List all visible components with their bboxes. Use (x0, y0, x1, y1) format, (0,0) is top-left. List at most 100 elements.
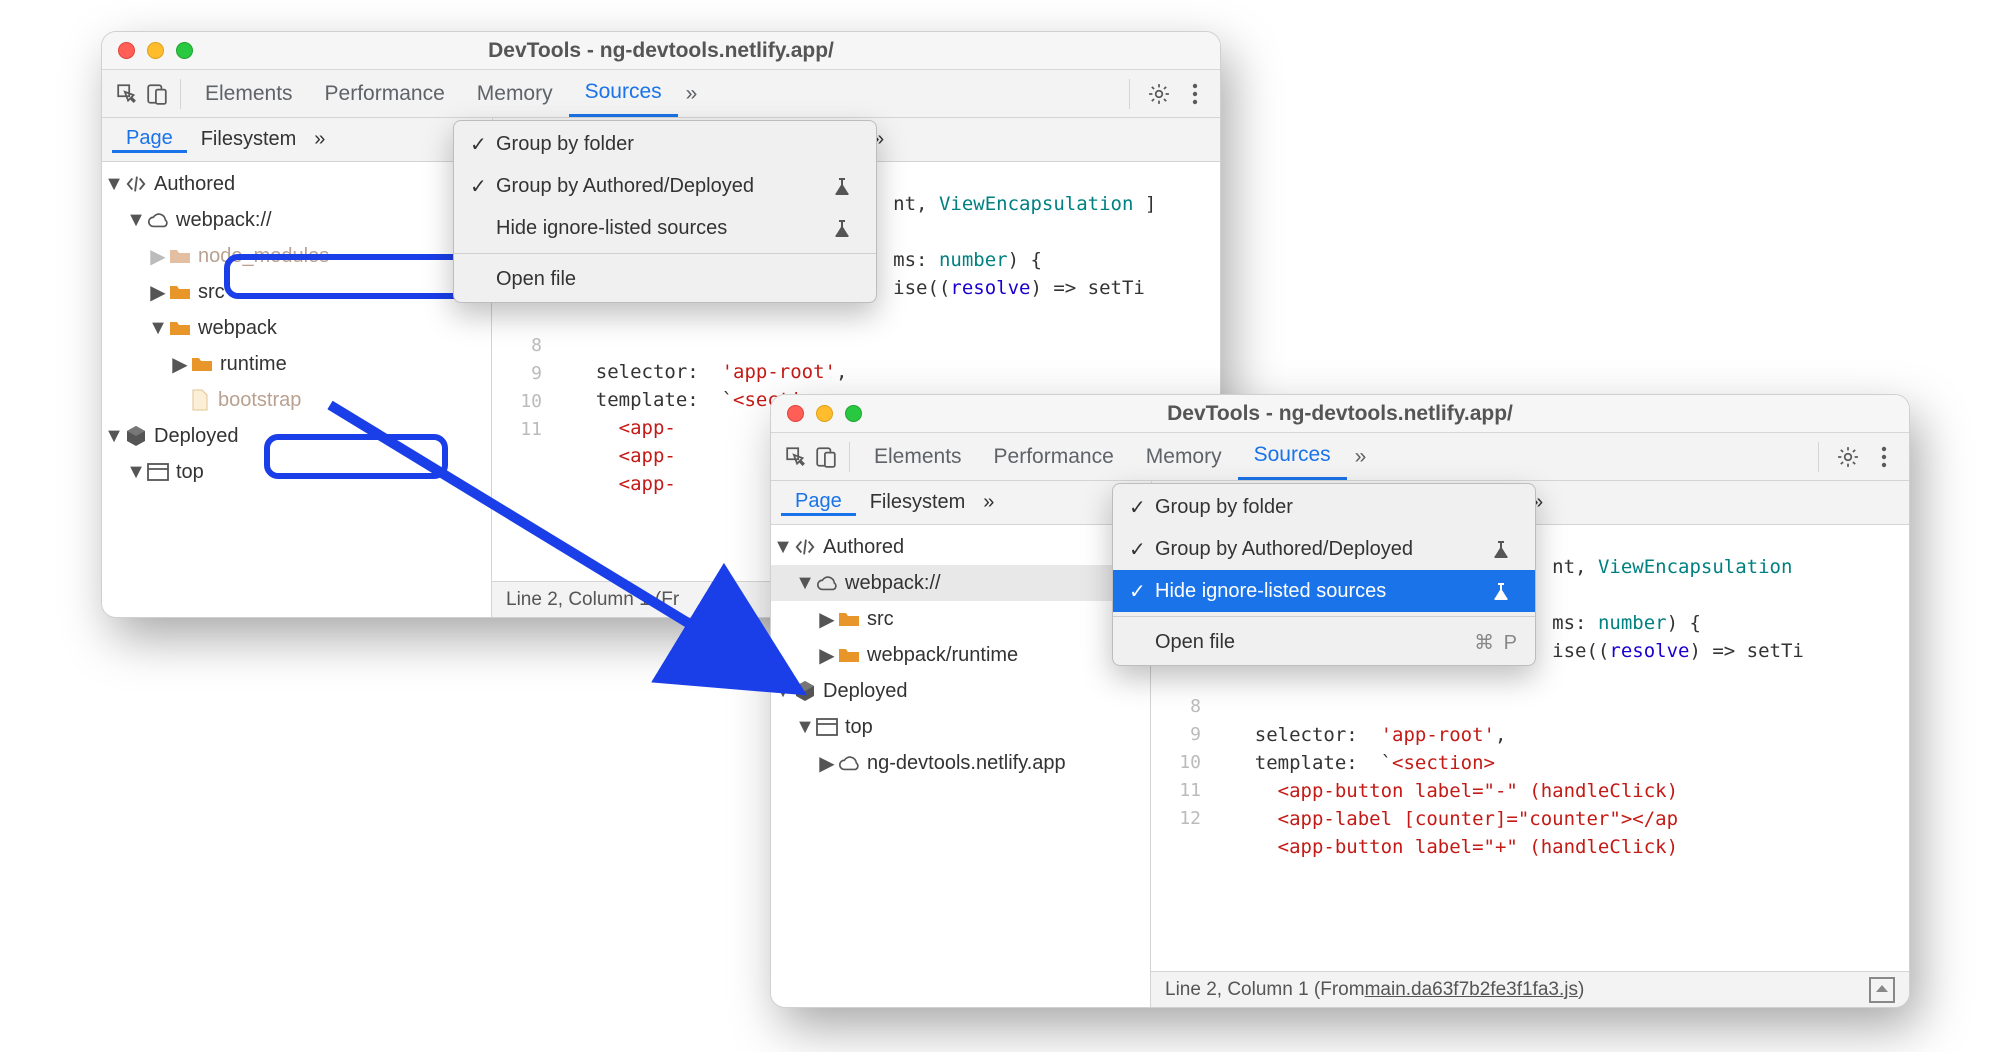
tree-label: webpack:// (845, 572, 941, 595)
tree-label: top (176, 461, 204, 484)
more-tabs[interactable]: » (1347, 433, 1375, 480)
tree-authored[interactable]: ▼ Authored (102, 166, 491, 202)
tree-host[interactable]: ▶ ng-devtools.netlify.app (771, 745, 1150, 781)
tree-deployed[interactable]: ▼ Deployed (771, 673, 1150, 709)
deploy-icon (793, 679, 817, 703)
menu-open-file[interactable]: Open file ⌘ P (1113, 621, 1535, 663)
tab-performance[interactable]: Performance (309, 70, 461, 117)
tree-runtime[interactable]: ▶ runtime (102, 346, 491, 382)
deploy-icon (124, 424, 148, 448)
context-menu: ✓ Group by folder ✓ Group by Authored/De… (1112, 483, 1536, 666)
kebab-menu-icon[interactable] (1180, 79, 1210, 109)
subtab-page[interactable]: Page (781, 490, 856, 516)
menu-group-by-authored[interactable]: ✓ Group by Authored/Deployed (1113, 528, 1535, 570)
menu-group-by-folder[interactable]: ✓ Group by folder (454, 123, 876, 165)
tree-top[interactable]: ▼ top (771, 709, 1150, 745)
titlebar: DevTools - ng-devtools.netlify.app/ (771, 395, 1909, 433)
statusbar: Line 2, Column 1 (From main.da63f7b2fe3f… (1151, 971, 1909, 1007)
code-icon (124, 172, 148, 196)
window-icon (146, 460, 170, 484)
tree-top[interactable]: ▼ top (102, 454, 491, 490)
tab-sources[interactable]: Sources (569, 70, 678, 117)
tree-label: Authored (154, 173, 235, 196)
menu-shortcut: ⌘ P (1474, 630, 1519, 655)
tree-label: runtime (220, 353, 287, 376)
menu-open-file[interactable]: Open file (454, 258, 876, 300)
tree-label: src (198, 281, 225, 304)
folder-icon (837, 643, 861, 667)
tree-src[interactable]: ▶ src (102, 274, 491, 310)
subtab-more[interactable]: » (979, 491, 998, 514)
tree-webpack[interactable]: ▼ webpack (102, 310, 491, 346)
tab-sources[interactable]: Sources (1238, 433, 1347, 480)
flask-icon (1493, 540, 1519, 558)
tree-label: node_modules (198, 245, 329, 268)
file-icon (188, 388, 212, 412)
inspect-icon[interactable] (781, 442, 811, 472)
flask-icon (834, 219, 860, 237)
tab-memory[interactable]: Memory (1130, 433, 1238, 480)
tree-src[interactable]: ▶ src (771, 601, 1150, 637)
tree-bootstrap[interactable]: bootstrap (102, 382, 491, 418)
check-icon: ✓ (470, 132, 496, 157)
tree-webpack-runtime[interactable]: ▶ webpack/runtime (771, 637, 1150, 673)
tree-node-modules[interactable]: ▶ node_modules (102, 238, 491, 274)
flask-icon (834, 177, 860, 195)
maximize-window[interactable] (176, 42, 193, 59)
tree-label: webpack:// (176, 209, 272, 232)
cloud-icon (815, 571, 839, 595)
drawer-toggle-icon[interactable] (1869, 977, 1895, 1003)
tree-label: top (845, 716, 873, 739)
folder-icon (168, 316, 192, 340)
inspect-icon[interactable] (112, 79, 142, 109)
folder-icon (837, 607, 861, 631)
tab-performance[interactable]: Performance (978, 433, 1130, 480)
tree-label: Deployed (823, 680, 908, 703)
code-icon (793, 535, 817, 559)
subtab-more[interactable]: » (310, 128, 329, 151)
maximize-window[interactable] (845, 405, 862, 422)
gear-icon[interactable] (1144, 79, 1174, 109)
window-title: DevTools - ng-devtools.netlify.app/ (488, 39, 834, 63)
menu-group-by-folder[interactable]: ✓ Group by folder (1113, 486, 1535, 528)
tree-label: Authored (823, 536, 904, 559)
tree-label: webpack/runtime (867, 644, 1018, 667)
tree-label: Deployed (154, 425, 239, 448)
folder-icon (190, 352, 214, 376)
titlebar: DevTools - ng-devtools.netlify.app/ (102, 32, 1220, 70)
menu-hide-ignore-listed[interactable]: Hide ignore-listed sources (454, 207, 876, 249)
tree-webpack-scheme[interactable]: ▼ webpack:// (102, 202, 491, 238)
gear-icon[interactable] (1833, 442, 1863, 472)
close-window[interactable] (118, 42, 135, 59)
subtab-filesystem[interactable]: Filesystem (187, 128, 311, 151)
context-menu: ✓ Group by folder ✓ Group by Authored/De… (453, 120, 877, 303)
more-tabs[interactable]: » (678, 70, 706, 117)
flask-icon (1493, 582, 1519, 600)
check-icon: ✓ (470, 174, 496, 199)
subtab-filesystem[interactable]: Filesystem (856, 491, 980, 514)
tree-webpack-scheme[interactable]: ▼ webpack:// (771, 565, 1150, 601)
device-toggle-icon[interactable] (142, 79, 172, 109)
window-icon (815, 715, 839, 739)
check-icon: ✓ (1129, 537, 1155, 562)
tree-label: src (867, 608, 894, 631)
folder-icon (168, 280, 192, 304)
tree-deployed[interactable]: ▼ Deployed (102, 418, 491, 454)
menu-hide-ignore-listed[interactable]: ✓ Hide ignore-listed sources (1113, 570, 1535, 612)
tab-elements[interactable]: Elements (189, 70, 309, 117)
tree-label: bootstrap (218, 389, 301, 412)
device-toggle-icon[interactable] (811, 442, 841, 472)
minimize-window[interactable] (816, 405, 833, 422)
minimize-window[interactable] (147, 42, 164, 59)
close-window[interactable] (787, 405, 804, 422)
check-icon: ✓ (1129, 579, 1155, 604)
cloud-icon (146, 208, 170, 232)
tab-elements[interactable]: Elements (858, 433, 978, 480)
tree-authored[interactable]: ▼ Authored (771, 529, 1150, 565)
subtab-page[interactable]: Page (112, 127, 187, 153)
tab-memory[interactable]: Memory (461, 70, 569, 117)
folder-icon (168, 244, 192, 268)
kebab-menu-icon[interactable] (1869, 442, 1899, 472)
window-title: DevTools - ng-devtools.netlify.app/ (1167, 402, 1513, 426)
menu-group-by-authored[interactable]: ✓ Group by Authored/Deployed (454, 165, 876, 207)
